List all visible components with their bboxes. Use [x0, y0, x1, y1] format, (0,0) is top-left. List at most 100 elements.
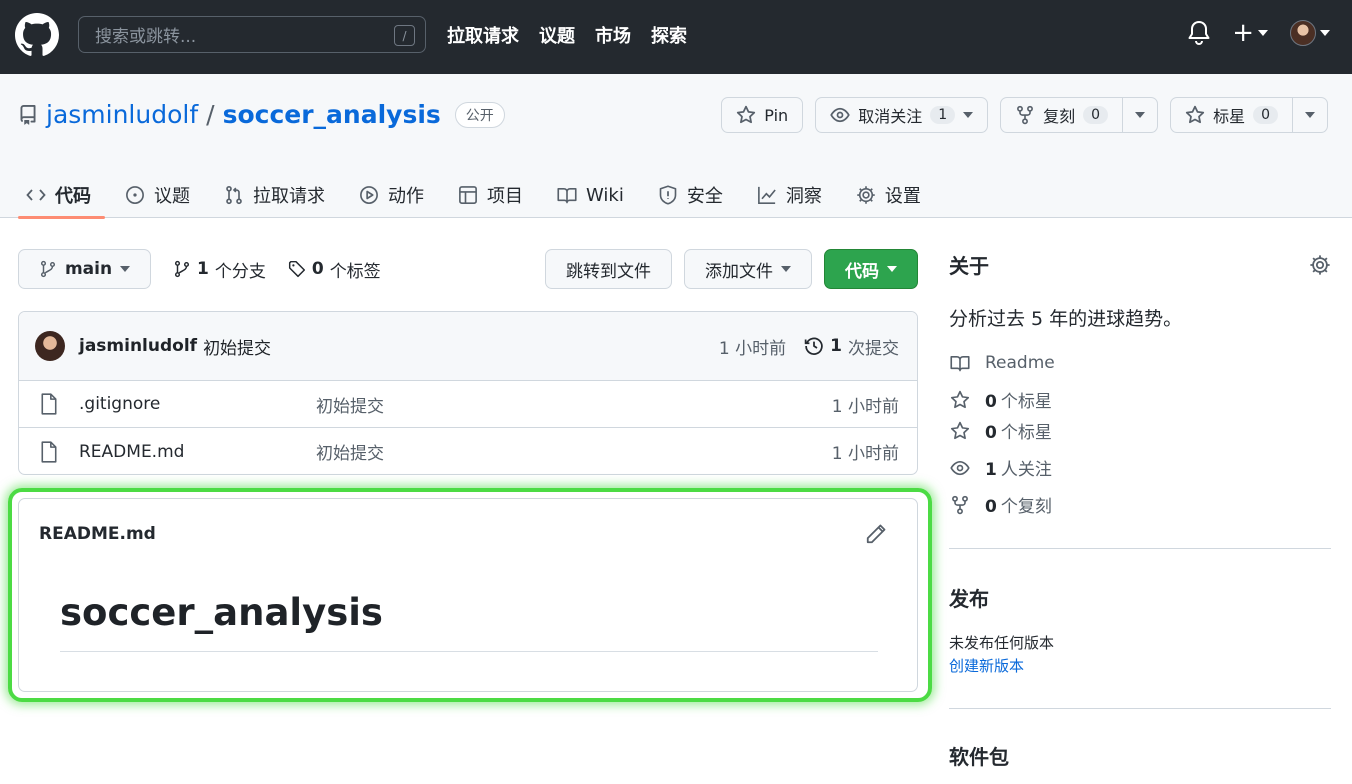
bell-icon[interactable] — [1188, 20, 1210, 46]
branches-label: 个分支 — [214, 261, 266, 282]
tab-code[interactable]: 代码 — [18, 172, 105, 219]
about-description: 分析过去 5 年的进球趋势。 — [949, 308, 1183, 330]
watchers-link[interactable]: 1 人关注 — [949, 452, 1331, 483]
sidebar-divider — [949, 548, 1331, 549]
shield-icon — [658, 185, 678, 205]
create-new-dropdown[interactable]: + — [1232, 18, 1268, 48]
go-to-file-label: 跳转到文件 — [566, 261, 651, 282]
file-commit-message-link[interactable]: 初始提交 — [316, 392, 384, 417]
star-dropdown-toggle[interactable] — [1292, 98, 1327, 132]
watch-button[interactable]: 取消关注 1 — [815, 97, 989, 133]
tab-projects[interactable]: 项目 — [450, 172, 537, 218]
forks-link[interactable]: 0 个复刻 — [949, 489, 1331, 520]
create-release-link[interactable]: 创建新版本 — [949, 655, 1331, 676]
search-input[interactable]: 搜索或跳转... / — [78, 16, 426, 53]
tab-settings[interactable]: 设置 — [848, 172, 935, 218]
global-nav: 拉取请求 议题 市场 探索 — [447, 22, 687, 48]
file-name-link[interactable]: .gitignore — [79, 394, 316, 414]
star-icon — [949, 421, 971, 441]
avatar[interactable] — [35, 331, 65, 361]
commits-count: 1 — [830, 336, 842, 356]
readme-heading: soccer_analysis — [60, 591, 383, 634]
global-nav-issues[interactable]: 议题 — [539, 22, 575, 48]
issue-opened-icon — [125, 185, 145, 205]
tab-issues-label: 议题 — [154, 186, 190, 207]
repo-owner-link[interactable]: jasminludolf — [46, 100, 198, 129]
fork-button[interactable]: 复刻 0 — [1000, 97, 1159, 133]
repo-name-link[interactable]: soccer_analysis — [223, 100, 441, 129]
file-commit-time: 1 小时前 — [831, 396, 899, 417]
pin-label: Pin — [764, 105, 789, 125]
fork-icon — [949, 495, 971, 515]
stars-label: 个标星 — [1000, 392, 1052, 412]
user-menu-dropdown[interactable] — [1290, 20, 1330, 46]
tab-pull-requests[interactable]: 拉取请求 — [216, 172, 339, 218]
tab-security-label: 安全 — [686, 186, 723, 207]
about-title: 关于 — [949, 254, 989, 278]
commit-message-link[interactable]: 初始提交 — [203, 334, 271, 359]
chevron-down-icon — [1258, 30, 1268, 36]
file-action-buttons: 跳转到文件 添加文件 代码 — [545, 249, 918, 289]
code-dropdown-button[interactable]: 代码 — [824, 249, 918, 289]
file-name-link[interactable]: README.md — [79, 442, 316, 462]
tab-code-label: 代码 — [55, 186, 91, 207]
repo-actions: Pin 取消关注 1 复刻 0 标星 0 — [721, 97, 1328, 133]
file-icon — [39, 393, 59, 415]
about-header: 关于 — [949, 250, 1331, 279]
commit-time: 1 小时前 — [718, 338, 787, 359]
tab-wiki[interactable]: Wiki — [549, 172, 638, 218]
readme-filename[interactable]: README.md — [39, 524, 156, 544]
stars-link[interactable]: 0 个标星 — [949, 415, 1331, 446]
stars-count: 0 — [985, 423, 997, 443]
branches-count: 1 — [197, 259, 209, 279]
branches-link[interactable]: 1 个分支 — [173, 257, 266, 282]
avatar — [1290, 20, 1316, 46]
pin-button[interactable]: Pin — [721, 97, 804, 133]
file-icon — [39, 440, 59, 463]
stars-link[interactable]: 0 个标星 — [949, 384, 1331, 415]
chevron-down-icon — [781, 266, 791, 272]
git-branch-icon — [39, 260, 57, 278]
star-button[interactable]: 标星 0 — [1170, 97, 1328, 133]
packages-title[interactable]: 软件包 — [949, 741, 1331, 770]
gear-icon[interactable] — [1309, 254, 1331, 276]
tags-label: 个标签 — [329, 261, 381, 282]
readme-link[interactable]: Readme — [949, 347, 1331, 378]
github-logo-icon[interactable] — [15, 13, 59, 57]
tab-insights[interactable]: 洞察 — [749, 172, 836, 218]
branch-name: main — [64, 259, 113, 279]
pencil-icon[interactable] — [865, 523, 887, 545]
tab-actions[interactable]: 动作 — [351, 172, 438, 218]
go-to-file-button[interactable]: 跳转到文件 — [545, 249, 672, 289]
file-commit-message-link[interactable]: 初始提交 — [316, 439, 384, 464]
repo-icon — [18, 104, 38, 126]
releases-title[interactable]: 发布 — [949, 583, 1331, 612]
global-nav-pull-requests[interactable]: 拉取请求 — [447, 22, 519, 48]
sidebar-divider — [949, 708, 1331, 709]
header-user-controls: + — [1188, 20, 1330, 46]
chevron-down-icon — [887, 266, 897, 272]
search-placeholder: 搜索或跳转... — [95, 27, 197, 47]
tab-security[interactable]: 安全 — [650, 172, 737, 218]
star-count: 0 — [1253, 106, 1278, 124]
chevron-down-icon — [963, 112, 974, 118]
add-file-button[interactable]: 添加文件 — [684, 249, 812, 289]
plus-icon: + — [1232, 18, 1254, 48]
fork-icon — [1015, 105, 1035, 125]
commit-history-link[interactable]: 1 次提交 — [804, 334, 899, 359]
repo-header: jasminludolf / soccer_analysis 公开 Pin 取消… — [0, 74, 1352, 219]
tab-insights-label: 洞察 — [785, 186, 822, 207]
global-nav-marketplace[interactable]: 市场 — [595, 22, 631, 48]
commit-author-link[interactable]: jasminludolf — [79, 336, 197, 356]
stars-count: 0 — [985, 392, 997, 412]
branch-select-button[interactable]: main — [18, 249, 151, 289]
star-icon — [1185, 105, 1205, 125]
repo-sidebar: 关于 分析过去 5 年的进球趋势。 Readme 0 个标星 0 个标星 1 人关注 … — [949, 250, 1331, 770]
fork-label: 复刻 — [1043, 107, 1076, 126]
forks-label: 个复刻 — [1000, 497, 1052, 517]
play-icon — [359, 185, 379, 205]
tags-link[interactable]: 0 个标签 — [288, 257, 381, 282]
global-nav-explore[interactable]: 探索 — [651, 22, 687, 48]
tab-issues[interactable]: 议题 — [117, 172, 204, 218]
fork-dropdown-toggle[interactable] — [1122, 98, 1157, 132]
